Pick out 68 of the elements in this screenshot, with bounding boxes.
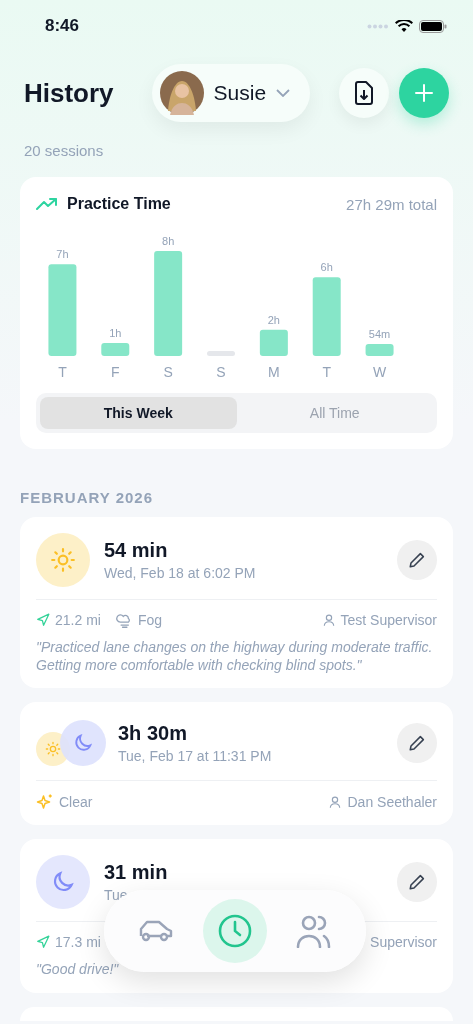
add-button[interactable]	[399, 68, 449, 118]
axis-label: W	[372, 364, 387, 380]
navigation-icon	[36, 935, 50, 950]
trending-up-icon	[36, 197, 58, 211]
person-icon	[328, 795, 343, 810]
weather-label: Fog	[137, 612, 163, 628]
session-date: Wed, Feb 18 at 6:02 PM	[104, 565, 257, 581]
pencil-icon	[408, 551, 426, 569]
distance: 21.2 mi	[55, 612, 101, 628]
bar-value: 7h	[56, 248, 69, 261]
sun-icon	[45, 741, 61, 758]
session-card[interactable]: 54 min Wed, Feb 18 at 6:02 PM 21.2 mi Fog Test Supervisor "Practiced lane changes on the highway during moderate traffic. Getting more comfortable with checking blind spots."	[20, 517, 453, 689]
avatar	[159, 71, 204, 115]
supervisor-name: Dan Seethaler	[347, 794, 437, 811]
bar-value: 1h	[109, 326, 122, 339]
axis-label: T	[58, 364, 67, 380]
sun-icon	[50, 547, 76, 573]
profile-selector[interactable]: Susie	[151, 64, 311, 122]
weather-label: Clear	[59, 794, 93, 811]
navigation-icon	[36, 613, 50, 627]
file-download-icon	[354, 81, 374, 105]
chart-bar	[365, 344, 394, 356]
axis-label: S	[163, 364, 173, 380]
car-icon	[137, 918, 174, 944]
bar-value: 6h	[320, 261, 333, 274]
section-heading: FEBRUARY 2026	[20, 489, 155, 506]
supervisor-name: Supervisor	[370, 934, 437, 951]
wifi-icon	[395, 19, 413, 33]
chart-bar	[259, 329, 288, 356]
axis-label: F	[111, 364, 120, 380]
total-time: 27h 29m total	[346, 195, 437, 213]
clock-time: 8:46	[45, 16, 80, 36]
axis-label: S	[216, 364, 226, 380]
pencil-icon	[408, 734, 426, 753]
signal-icon	[367, 23, 389, 29]
axis-label: T	[322, 364, 331, 380]
bar-value: 54m	[368, 328, 391, 340]
chart-title: Practice Time	[67, 195, 171, 213]
distance: 17.3 mi	[55, 934, 101, 951]
edit-button[interactable]	[397, 723, 437, 764]
clock-icon	[217, 913, 253, 949]
sparkle-icon	[36, 793, 54, 812]
bar-value: 2h	[267, 313, 280, 326]
axis-label: M	[268, 364, 280, 380]
supervisor-name: Test Supervisor	[340, 612, 437, 628]
session-note: "Practiced lane changes on the highway during moderate traffic. Getting more comfortable with checking blind spots."	[36, 638, 434, 675]
battery-icon	[419, 19, 447, 33]
bar-value: 8h	[162, 235, 175, 247]
export-button[interactable]	[339, 68, 389, 118]
person-icon	[321, 613, 336, 627]
session-count: 20 sessions	[24, 142, 105, 159]
chart-bar	[207, 351, 235, 356]
plus-icon	[415, 84, 433, 102]
session-duration: 3h 30m	[118, 722, 188, 746]
people-icon	[296, 914, 333, 948]
pencil-icon	[408, 873, 426, 892]
cloud-icon	[114, 612, 133, 628]
edit-button[interactable]	[397, 862, 437, 903]
edit-button[interactable]	[397, 540, 437, 580]
session-duration: 31 min	[104, 861, 169, 885]
session-date: Tue, Feb 17 at 11:31 PM	[118, 748, 273, 765]
page-title: History	[24, 77, 114, 109]
chevron-down-icon	[276, 89, 291, 97]
session-note: "Good drive!"	[36, 960, 120, 979]
session-card[interactable]: 3h 30m Tue, Feb 17 at 11:31 PM Clear Dan Seethaler	[20, 702, 453, 826]
segment-tab[interactable]: This Week	[40, 397, 237, 429]
chart-bar	[101, 342, 130, 356]
session-duration: 54 min	[104, 539, 169, 562]
